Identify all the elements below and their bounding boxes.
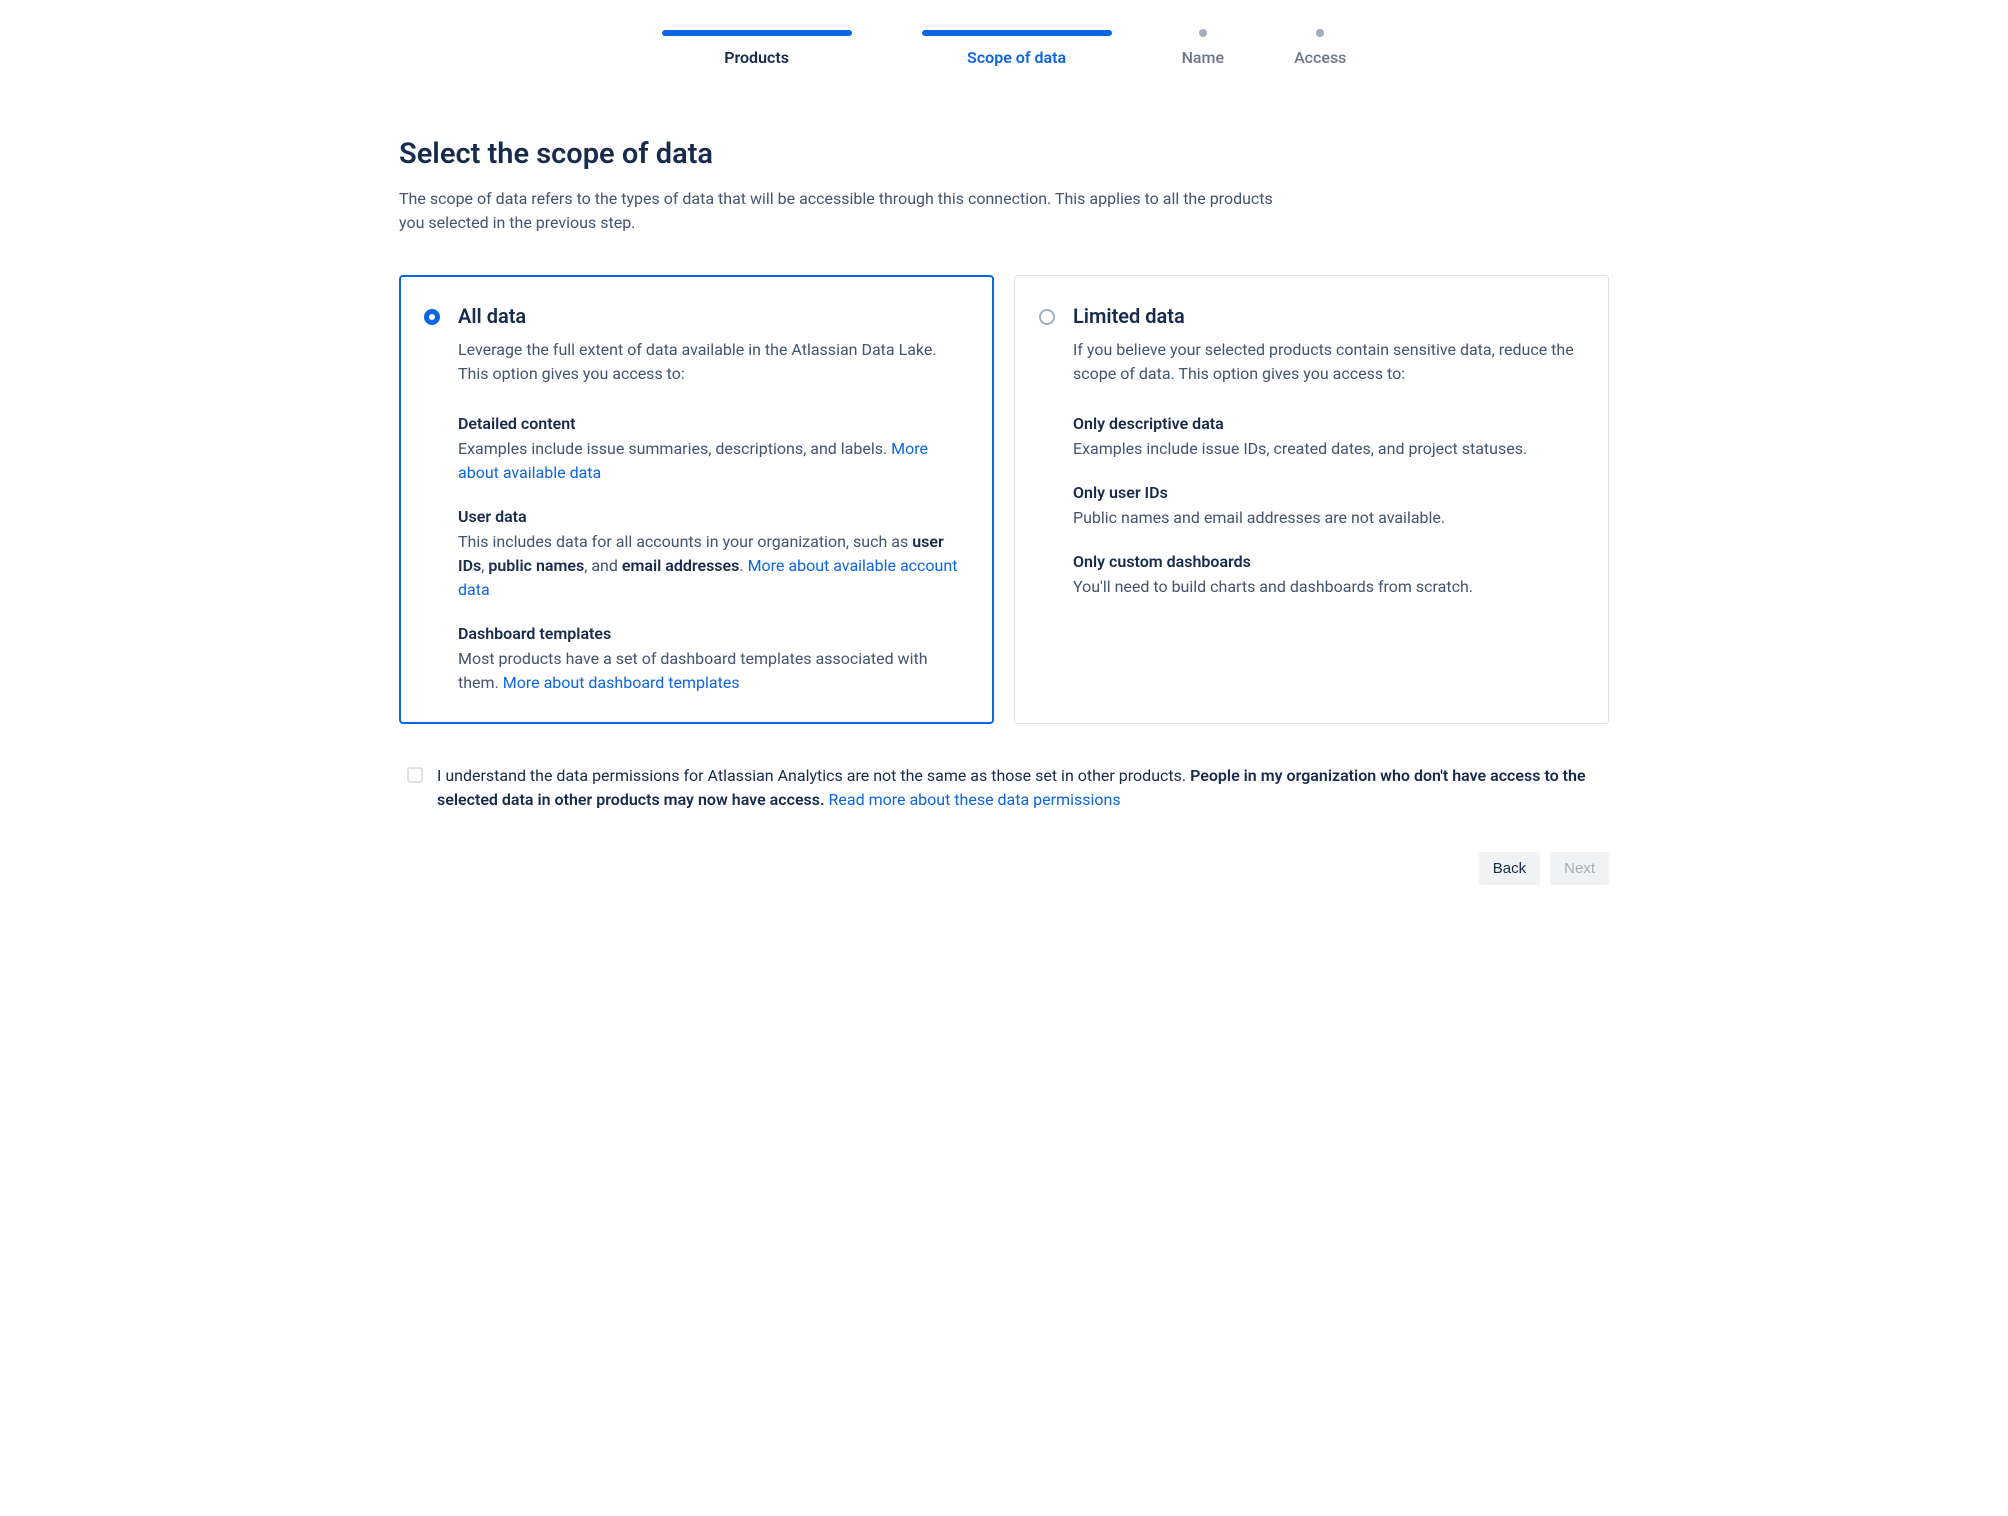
acknowledge-checkbox[interactable] — [407, 767, 423, 783]
radio-all-data[interactable] — [424, 309, 440, 325]
all-dashboard-desc: Most products have a set of dashboard te… — [458, 647, 965, 695]
step-products-label: Products — [724, 48, 789, 67]
all-detailed-title: Detailed content — [458, 414, 965, 433]
link-data-permissions[interactable]: Read more about these data permissions — [829, 790, 1121, 809]
option-all-data-desc: Leverage the full extent of data availab… — [458, 338, 965, 386]
all-userdata-b3: email addresses — [622, 556, 740, 575]
all-userdata-desc: This includes data for all accounts in y… — [458, 530, 965, 602]
link-more-dashboard-templates[interactable]: More about dashboard templates — [503, 673, 740, 692]
all-userdata-post: . — [739, 556, 747, 575]
step-scope[interactable]: Scope of data — [922, 30, 1112, 67]
option-limited-title: Limited data — [1073, 304, 1580, 328]
all-userdata-sep2: , and — [584, 556, 622, 575]
step-scope-bar — [922, 30, 1112, 36]
step-products[interactable]: Products — [662, 30, 852, 67]
all-detailed-text: Examples include issue summaries, descri… — [458, 439, 891, 458]
limited-dashboards-title: Only custom dashboards — [1073, 552, 1580, 571]
all-detailed-desc: Examples include issue summaries, descri… — [458, 437, 965, 485]
page-title: Select the scope of data — [399, 137, 1609, 171]
step-scope-label: Scope of data — [967, 48, 1066, 67]
all-userdata-title: User data — [458, 507, 965, 526]
next-button[interactable]: Next — [1550, 852, 1609, 885]
limited-descriptive-desc: Examples include issue IDs, created date… — [1073, 437, 1580, 461]
option-limited-desc: If you believe your selected products co… — [1073, 338, 1580, 386]
limited-userids-title: Only user IDs — [1073, 483, 1580, 502]
option-all-data[interactable]: All data Leverage the full extent of dat… — [399, 275, 994, 724]
acknowledge-text: I understand the data permissions for At… — [437, 764, 1609, 812]
ack-pre: I understand the data permissions for At… — [437, 766, 1190, 785]
radio-limited-data[interactable] — [1039, 309, 1055, 325]
stepper: Products Scope of data Name Access — [399, 30, 1609, 67]
all-dashboard-title: Dashboard templates — [458, 624, 965, 643]
page-subtitle: The scope of data refers to the types of… — [399, 187, 1299, 235]
step-access-label: Access — [1294, 48, 1346, 67]
step-products-bar — [662, 30, 852, 36]
all-userdata-b2: public names — [488, 556, 584, 575]
back-button[interactable]: Back — [1479, 852, 1540, 885]
option-all-data-title: All data — [458, 304, 965, 328]
limited-dashboards-desc: You'll need to build charts and dashboar… — [1073, 575, 1580, 599]
step-access[interactable]: Access — [1294, 30, 1346, 67]
step-name[interactable]: Name — [1182, 30, 1224, 67]
step-name-dot — [1199, 29, 1207, 37]
option-limited-data[interactable]: Limited data If you believe your selecte… — [1014, 275, 1609, 724]
step-access-dot — [1316, 29, 1324, 37]
acknowledge-row: I understand the data permissions for At… — [399, 764, 1609, 812]
all-userdata-pre: This includes data for all accounts in y… — [458, 532, 912, 551]
step-name-label: Name — [1182, 48, 1224, 67]
limited-descriptive-title: Only descriptive data — [1073, 414, 1580, 433]
footer-buttons: Back Next — [399, 852, 1609, 885]
limited-userids-desc: Public names and email addresses are not… — [1073, 506, 1580, 530]
options-row: All data Leverage the full extent of dat… — [399, 275, 1609, 724]
